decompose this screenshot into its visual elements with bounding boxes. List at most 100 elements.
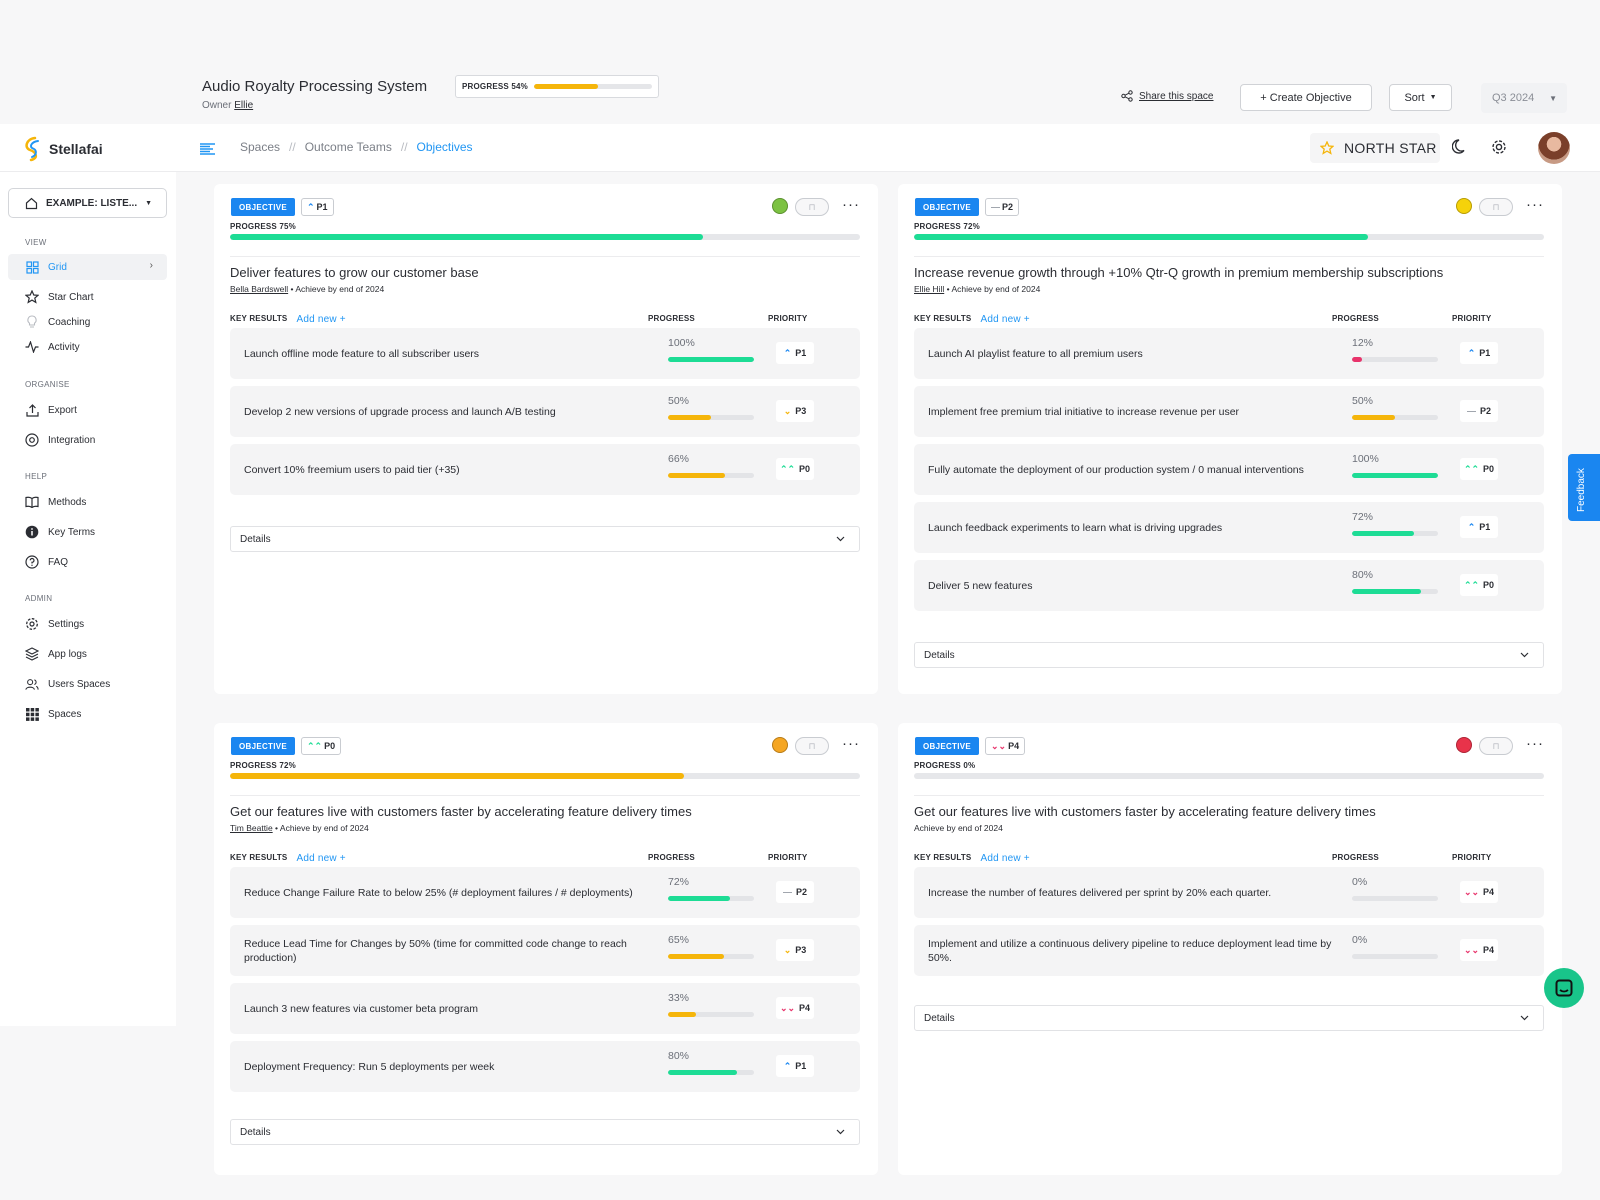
objective-title[interactable]: Increase revenue growth through +10% Qtr…: [914, 265, 1443, 280]
key-result-priority-badge[interactable]: — P2: [1460, 400, 1498, 422]
lock-toggle[interactable]: ⊓: [1479, 198, 1513, 216]
key-result-priority-badge[interactable]: ⌄⌄ P4: [1460, 881, 1498, 903]
north-star-button[interactable]: NORTH STAR: [1310, 133, 1440, 163]
key-result-priority-badge[interactable]: ⌃ P1: [1460, 516, 1498, 538]
details-expander[interactable]: Details: [230, 526, 860, 552]
logo[interactable]: Stellafai: [22, 136, 103, 162]
sidebar-item-activity[interactable]: Activity: [8, 334, 167, 360]
key-result-row[interactable]: Implement free premium trial initiative …: [914, 386, 1544, 437]
key-result-priority-badge[interactable]: ⌄ P3: [776, 939, 814, 961]
neutral-face-icon[interactable]: [1456, 198, 1472, 214]
objective-priority-badge[interactable]: ⌃ P1: [301, 198, 334, 216]
key-result-row[interactable]: Deliver 5 new features 80% ⌃⌃ P0: [914, 560, 1544, 611]
happy-face-icon[interactable]: [772, 198, 788, 214]
add-key-result-link[interactable]: Add new +: [296, 853, 345, 864]
sidebar-item-users-spaces[interactable]: Users Spaces: [8, 671, 167, 697]
achieve-by: • Achieve by end of 2024: [272, 823, 369, 833]
key-result-priority-badge[interactable]: ⌃ P1: [1460, 342, 1498, 364]
key-result-row[interactable]: Increase the number of features delivere…: [914, 867, 1544, 918]
key-result-row[interactable]: Deployment Frequency: Run 5 deployments …: [230, 1041, 860, 1092]
key-result-row[interactable]: Launch AI playlist feature to all premiu…: [914, 328, 1544, 379]
key-result-priority-badge[interactable]: ⌃ P1: [776, 342, 814, 364]
details-expander[interactable]: Details: [230, 1119, 860, 1145]
owner-link[interactable]: Bella Bardswell: [230, 284, 288, 294]
sidebar-item-integration[interactable]: Integration: [8, 427, 167, 453]
share-space-link[interactable]: Share this space: [1121, 90, 1214, 102]
details-expander[interactable]: Details: [914, 642, 1544, 668]
crumb-objectives[interactable]: Objectives: [417, 140, 473, 154]
objective-priority-badge[interactable]: ⌃⌃ P0: [301, 737, 342, 755]
key-result-priority-badge[interactable]: ⌃⌃ P0: [776, 458, 814, 480]
more-options-icon[interactable]: ···: [1526, 196, 1544, 213]
add-key-result-link[interactable]: Add new +: [980, 314, 1029, 325]
details-expander[interactable]: Details: [914, 1005, 1544, 1031]
chat-launcher[interactable]: [1544, 968, 1584, 1008]
owner-link[interactable]: Ellie Hill: [914, 284, 944, 294]
space-selector[interactable]: EXAMPLE: LISTE... ▼: [8, 188, 167, 218]
key-result-progress-fill: [1352, 473, 1438, 478]
priority-icon: ⌄: [783, 405, 792, 416]
sidebar-item-faq[interactable]: FAQ: [8, 549, 167, 575]
sidebar-item-export[interactable]: Export: [8, 397, 167, 423]
key-result-priority-badge[interactable]: — P2: [776, 881, 814, 903]
objective-title[interactable]: Deliver features to grow our customer ba…: [230, 265, 479, 280]
objective-title[interactable]: Get our features live with customers fas…: [230, 804, 692, 819]
key-result-priority-badge[interactable]: ⌄⌄ P4: [776, 997, 814, 1019]
sidebar-item-coaching[interactable]: Coaching: [8, 309, 167, 335]
star-icon: [1320, 141, 1334, 155]
section-admin: ADMIN: [25, 594, 53, 603]
sidebar-item-grid[interactable]: Grid ›: [8, 254, 167, 280]
feedback-tab[interactable]: Feedback: [1568, 454, 1600, 521]
key-result-row[interactable]: Reduce Lead Time for Changes by 50% (tim…: [230, 925, 860, 976]
more-options-icon[interactable]: ···: [842, 196, 860, 213]
key-result-priority-badge[interactable]: ⌄ P3: [776, 400, 814, 422]
key-result-row[interactable]: Launch offline mode feature to all subsc…: [230, 328, 860, 379]
sad-face-icon[interactable]: [772, 737, 788, 753]
key-result-row[interactable]: Convert 10% freemium users to paid tier …: [230, 444, 860, 495]
key-result-row[interactable]: Launch feedback experiments to learn wha…: [914, 502, 1544, 553]
key-result-priority-badge[interactable]: ⌃ P1: [776, 1055, 814, 1077]
angry-face-icon[interactable]: [1456, 737, 1472, 753]
key-result-row[interactable]: Reduce Change Failure Rate to below 25% …: [230, 867, 860, 918]
sidebar-item-spaces[interactable]: Spaces: [8, 701, 167, 727]
sidebar-item-star-chart[interactable]: Star Chart: [8, 284, 167, 310]
more-options-icon[interactable]: ···: [1526, 735, 1544, 752]
priority-label: P1: [795, 1061, 807, 1071]
key-result-priority-badge[interactable]: ⌃⌃ P0: [1460, 574, 1498, 596]
objective-progress-label: PROGRESS 0%: [914, 761, 976, 770]
quarter-select[interactable]: Q3 2024 ▼: [1481, 83, 1567, 113]
sort-button[interactable]: Sort ▼: [1389, 84, 1452, 111]
sidebar-item-methods[interactable]: Methods: [8, 489, 167, 515]
key-result-row[interactable]: Launch 3 new features via customer beta …: [230, 983, 860, 1034]
avatar[interactable]: [1538, 132, 1570, 164]
objective-owner: Bella Bardswell • Achieve by end of 2024: [230, 284, 384, 294]
sidebar-item-key-terms[interactable]: Key Terms: [8, 519, 167, 545]
key-result-priority-badge[interactable]: ⌄⌄ P4: [1460, 939, 1498, 961]
priority-label: P0: [1483, 464, 1495, 474]
objective-title[interactable]: Get our features live with customers fas…: [914, 804, 1376, 819]
owner-link[interactable]: Ellie: [234, 100, 253, 111]
key-result-row[interactable]: Develop 2 new versions of upgrade proces…: [230, 386, 860, 437]
sidebar-item-app-logs[interactable]: App logs: [8, 641, 167, 667]
lock-toggle[interactable]: ⊓: [795, 737, 829, 755]
objective-priority-badge[interactable]: ⌄⌄ P4: [985, 737, 1026, 755]
crumb-outcome-teams[interactable]: Outcome Teams: [305, 140, 392, 154]
crumb-spaces[interactable]: Spaces: [240, 140, 280, 154]
key-result-row[interactable]: Implement and utilize a continuous deliv…: [914, 925, 1544, 976]
priority-label: P1: [1479, 348, 1491, 358]
sidebar-item-settings[interactable]: Settings: [8, 611, 167, 637]
create-objective-button[interactable]: + Create Objective: [1240, 84, 1372, 111]
dark-mode-icon[interactable]: [1451, 138, 1469, 160]
lock-toggle[interactable]: ⊓: [1479, 737, 1513, 755]
objective-priority-badge[interactable]: — P2: [985, 198, 1020, 216]
owner-link[interactable]: Tim Beattie: [230, 823, 273, 833]
add-key-result-link[interactable]: Add new +: [296, 314, 345, 325]
key-result-priority-badge[interactable]: ⌃⌃ P0: [1460, 458, 1498, 480]
more-options-icon[interactable]: ···: [842, 735, 860, 752]
key-result-row[interactable]: Fully automate the deployment of our pro…: [914, 444, 1544, 495]
add-key-result-link[interactable]: Add new +: [980, 853, 1029, 864]
lock-toggle[interactable]: ⊓: [795, 198, 829, 216]
menu-toggle-icon[interactable]: [200, 142, 215, 160]
settings-gear-icon[interactable]: [1490, 138, 1508, 161]
priority-label: P4: [1483, 945, 1495, 955]
